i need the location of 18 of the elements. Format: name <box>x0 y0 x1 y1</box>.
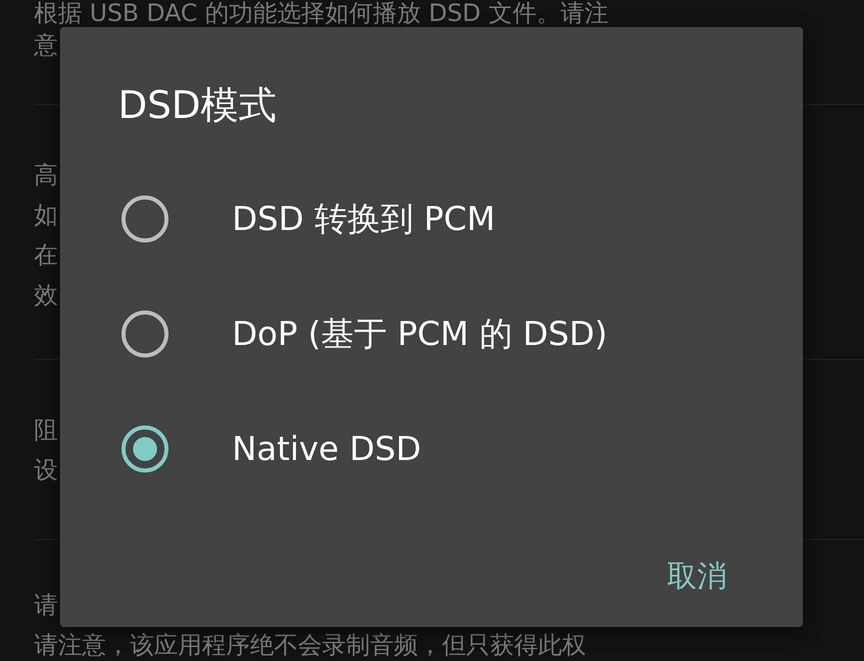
dialog-title: DSD模式 <box>117 82 278 129</box>
option-label[interactable]: DSD 转换到 PCM <box>232 194 496 244</box>
setting-text: 阻 <box>34 415 58 446</box>
setting-text: 请 <box>34 590 58 621</box>
radio-icon[interactable] <box>120 308 170 358</box>
setting-text: 请注意，该应用程序绝不会录制音频，但只获得此权 <box>34 630 586 661</box>
radio-icon[interactable] <box>120 194 170 244</box>
setting-text: 在 <box>34 240 58 271</box>
setting-text: 如 <box>34 200 58 231</box>
setting-text: 设 <box>34 455 58 486</box>
radio-selected-icon[interactable] <box>120 424 170 474</box>
setting-text: 高 <box>34 160 58 191</box>
cancel-button[interactable]: 取消 <box>663 546 731 607</box>
option-label[interactable]: Native DSD <box>232 424 422 474</box>
setting-text: 根据 USB DAC 的功能选择如何播放 DSD 文件。请注 <box>34 0 608 27</box>
setting-text: 意 <box>34 30 58 61</box>
setting-text: 效 <box>34 280 58 311</box>
option-label[interactable]: DoP (基于 PCM 的 DSD) <box>232 308 608 358</box>
